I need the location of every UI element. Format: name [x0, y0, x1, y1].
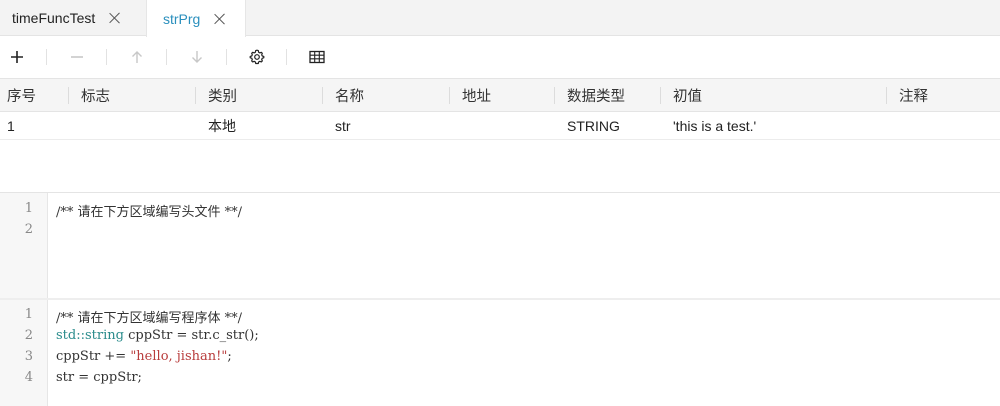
line-number: 2 [24, 222, 33, 237]
header-comment[interactable]: 注释 [892, 79, 928, 111]
code-line[interactable]: str = cppStr; [56, 370, 142, 385]
header-initial-value[interactable]: 初值 [666, 79, 702, 111]
toolbar [0, 37, 1000, 78]
code-token: cppStr += [56, 349, 131, 364]
table-icon [309, 50, 325, 64]
plus-icon [11, 51, 23, 63]
code-line[interactable]: /** 请在下方区域编写头文件 **/ [56, 201, 242, 220]
cell-initial-value[interactable]: 'this is a test.' [666, 112, 756, 139]
cell-flag[interactable] [74, 112, 81, 139]
line-number: 1 [24, 201, 33, 216]
cell-comment[interactable] [892, 112, 899, 139]
arrow-down-icon [192, 51, 202, 63]
body-code-editor[interactable]: 1 2 3 4 /** 请在下方区域编写程序体 **/ std::string … [0, 298, 1000, 406]
code-type-token: std::string [56, 328, 124, 343]
toolbar-separator [166, 49, 167, 65]
settings-button[interactable] [245, 45, 269, 69]
column-divider[interactable] [554, 87, 555, 104]
header-code-editor[interactable]: 1 2 /** 请在下方区域编写头文件 **/ [0, 192, 1000, 298]
code-line[interactable]: std::string cppStr = str.c_str(); [56, 328, 259, 343]
line-number-gutter: 1 2 3 4 [0, 300, 48, 406]
tab-strprg[interactable]: strPrg [146, 0, 246, 37]
table-header: 序号 标志 类别 名称 地址 数据类型 初值 注释 [0, 78, 1000, 112]
line-number: 3 [24, 349, 33, 364]
toolbar-separator [226, 49, 227, 65]
gear-icon [249, 49, 265, 65]
code-token: cppStr = str.c_str(); [123, 328, 259, 343]
cell-index[interactable]: 1 [0, 112, 15, 139]
close-icon[interactable] [109, 12, 121, 24]
tab-timefunctest[interactable]: timeFuncTest [0, 0, 146, 36]
column-divider[interactable] [449, 87, 450, 104]
header-category[interactable]: 类别 [201, 79, 237, 111]
delete-row-button[interactable] [65, 45, 89, 69]
code-string-token: "hello, jishan!" [130, 349, 228, 364]
move-down-button[interactable] [185, 45, 209, 69]
arrow-up-icon [132, 51, 142, 63]
cell-address[interactable] [455, 112, 462, 139]
code-line[interactable]: cppStr += "hello, jishan!"; [56, 349, 232, 364]
cell-category[interactable]: 本地 [201, 112, 236, 139]
column-divider[interactable] [68, 87, 69, 104]
line-number-gutter: 1 2 [0, 193, 48, 298]
cell-name[interactable]: str [328, 112, 351, 139]
code-line[interactable]: /** 请在下方区域编写程序体 **/ [56, 307, 242, 326]
header-data-type[interactable]: 数据类型 [560, 79, 625, 111]
header-address[interactable]: 地址 [455, 79, 491, 111]
close-icon[interactable] [214, 13, 226, 25]
table-view-button[interactable] [305, 45, 329, 69]
header-flag[interactable]: 标志 [74, 79, 110, 111]
header-index[interactable]: 序号 [0, 79, 36, 111]
cell-data-type[interactable]: STRING [560, 112, 620, 139]
column-divider[interactable] [322, 87, 323, 104]
toolbar-separator [286, 49, 287, 65]
line-number: 1 [24, 307, 33, 322]
column-divider[interactable] [886, 87, 887, 104]
tab-label: timeFuncTest [12, 10, 96, 26]
column-divider[interactable] [195, 87, 196, 104]
header-name[interactable]: 名称 [328, 79, 364, 111]
code-token: ; [227, 349, 232, 364]
line-number: 2 [24, 328, 33, 343]
table-row[interactable]: 1 本地 str STRING 'this is a test.' [0, 112, 1000, 140]
line-number: 4 [24, 370, 33, 385]
move-up-button[interactable] [125, 45, 149, 69]
tab-label: strPrg [163, 10, 201, 27]
add-row-button[interactable] [5, 45, 29, 69]
column-divider[interactable] [660, 87, 661, 104]
toolbar-separator [106, 49, 107, 65]
toolbar-separator [46, 49, 47, 65]
minus-icon [71, 56, 83, 58]
tab-bar: timeFuncTest strPrg [0, 0, 1000, 37]
